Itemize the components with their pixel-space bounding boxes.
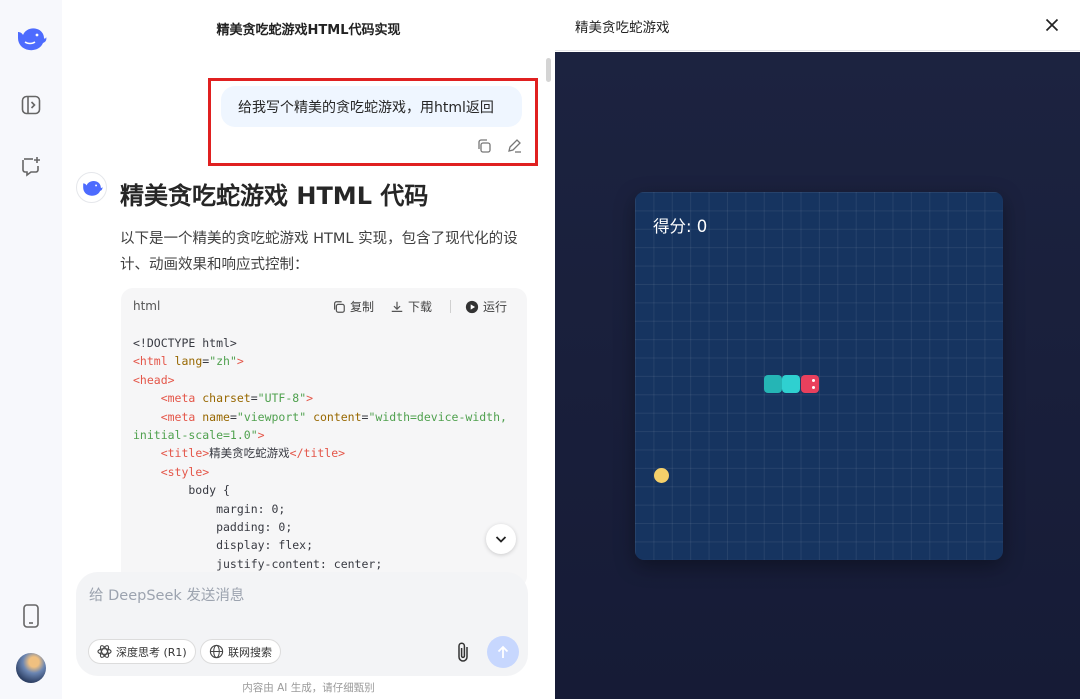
code-line: body { [133,483,230,498]
code-line: padding: 0; [133,519,293,534]
paperclip-icon[interactable] [452,639,476,665]
divider [450,300,451,313]
deep-think-label: 深度思考 (R1) [116,645,187,659]
message-input-box[interactable]: 给 DeepSeek 发送消息 深度思考 (R1) 联网搜索 [76,572,528,676]
game-canvas-area[interactable]: 得分: 0 [555,52,1080,699]
download-button[interactable]: 下载 [390,298,432,315]
preview-panel: 精美贪吃蛇游戏 得分: 0 [555,0,1080,699]
preview-header: 精美贪吃蛇游戏 [555,0,1080,51]
download-label: 下载 [408,300,433,314]
snake-body-segment [782,375,800,393]
code-line: display: flex; [133,538,314,553]
snake-food [654,468,669,483]
left-rail [0,0,62,699]
send-arrow-icon [497,645,509,658]
code-line: <meta name="viewport" content="width=dev… [160,409,507,424]
code-block: html 复制 下载 运行 <!DOCTYPE html> <html lang=… [121,288,527,588]
code-line: initial-scale=1.0"> [133,427,265,442]
code-line: <!DOCTYPE html> [133,336,237,350]
code-line: <html lang="zh"> [133,354,244,369]
code-line: justify-content: center; [133,556,383,571]
deepseek-logo-icon[interactable] [15,22,47,54]
message-input[interactable]: 给 DeepSeek 发送消息 [89,584,244,605]
close-icon[interactable] [1041,14,1063,36]
code-line: <head> [133,372,175,387]
atom-icon [97,645,112,658]
sidebar-toggle-icon[interactable] [15,89,47,121]
reply-intro: 以下是一个精美的贪吃蛇游戏 HTML 实现，包含了现代化的设计、动画效果和响应式… [120,231,518,273]
chat-scrollbar[interactable] [546,58,551,82]
copy-icon [334,300,345,313]
download-icon [391,301,403,312]
code-line: <style> [160,464,210,479]
scroll-to-bottom-button[interactable] [486,524,516,554]
web-search-toggle[interactable]: 联网搜索 [200,639,281,664]
snake-head [801,375,819,393]
copy-code-button[interactable]: 复制 [332,298,374,315]
deep-think-toggle[interactable]: 深度思考 (R1) [88,639,196,664]
avatar[interactable] [16,653,46,683]
deepseek-logo-icon [82,180,102,196]
ai-disclaimer: 内容由 AI 生成，请仔细甄别 [242,682,375,694]
new-chat-icon[interactable] [15,150,47,182]
copy-label: 复制 [350,300,375,314]
run-label: 运行 [483,300,508,314]
code-line: <title>精美贪吃蛇游戏</title> [160,446,346,461]
play-icon [465,300,479,313]
code-line: <meta charset="UTF-8"> [160,391,314,406]
code-header: html 复制 下载 运行 [121,288,527,324]
code-line: margin: 0; [133,501,286,516]
code-content: <!DOCTYPE html> <html lang="zh"> <head> <m… [121,324,527,573]
game-board[interactable]: 得分: 0 [635,192,1003,560]
send-button[interactable] [487,636,519,668]
score-display: 得分: 0 [653,217,708,236]
snake-body-segment [764,375,782,393]
code-language: html [133,299,161,313]
highlight-annotation [208,78,538,166]
chevron-down-icon [495,536,507,543]
chat-title: 精美贪吃蛇游戏HTML代码实现 [216,23,401,38]
assistant-avatar [76,172,107,203]
mobile-app-icon[interactable] [15,600,47,632]
reply-heading: 精美贪吃蛇游戏 HTML 代码 [120,182,429,210]
web-search-label: 联网搜索 [228,645,272,659]
globe-icon [209,644,224,659]
run-button[interactable]: 运行 [465,298,507,315]
preview-title: 精美贪吃蛇游戏 [575,20,670,36]
